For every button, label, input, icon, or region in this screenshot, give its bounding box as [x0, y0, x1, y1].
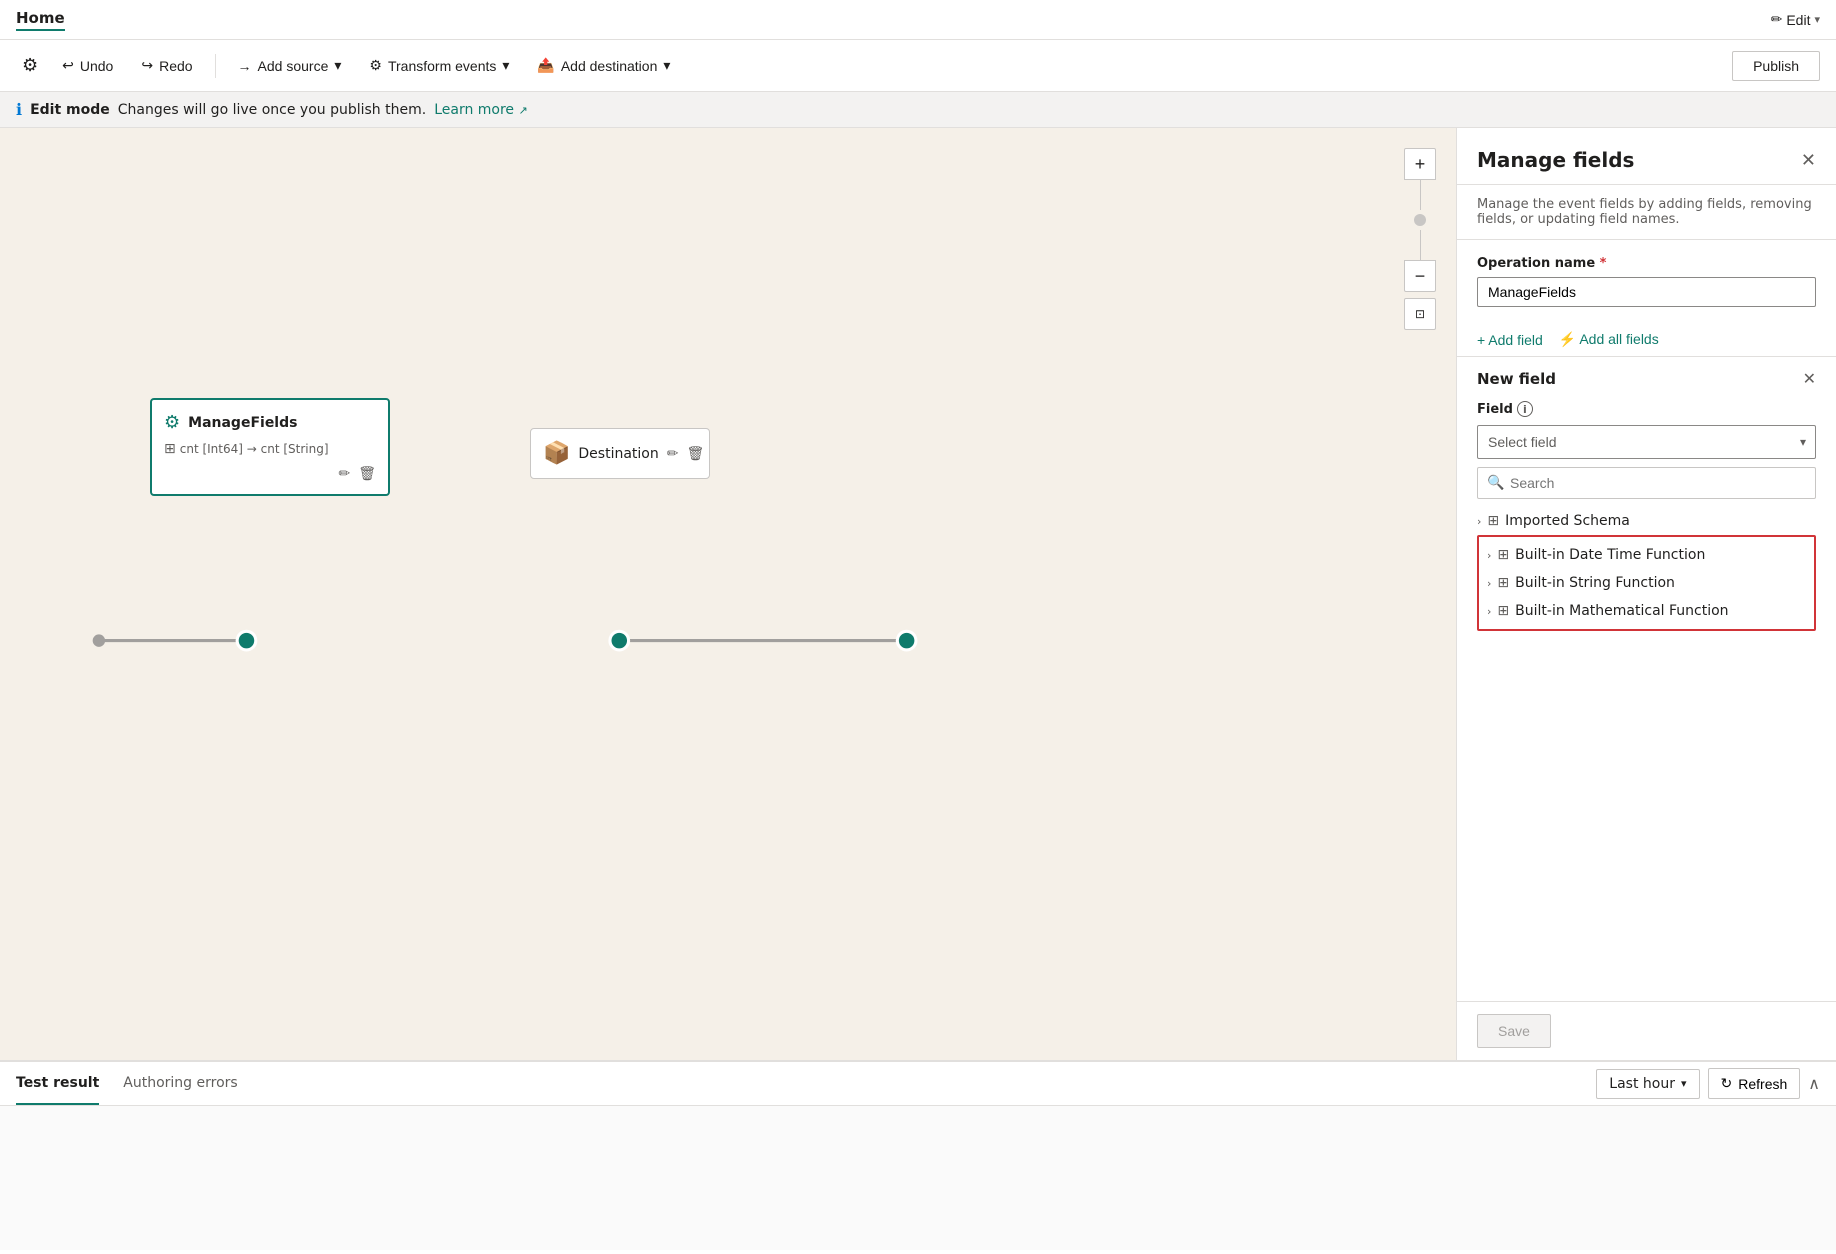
table-math-icon: ⊞: [1497, 603, 1509, 619]
redo-icon: ↪: [141, 57, 153, 74]
panel-close-button[interactable]: ✕: [1801, 150, 1816, 171]
last-hour-chevron-icon: ▾: [1681, 1077, 1687, 1090]
edit-pencil-icon: ✏: [1771, 12, 1783, 28]
tree-item-math[interactable]: › ⊞ Built-in Mathematical Function: [1479, 597, 1814, 625]
chevron-right-datetime-icon: ›: [1487, 549, 1491, 562]
panel-description: Manage the event fields by adding fields…: [1477, 197, 1812, 227]
table-string-icon: ⊞: [1497, 575, 1509, 591]
zoom-indicator: [1414, 214, 1426, 226]
node-delete-button[interactable]: 🗑: [358, 465, 376, 482]
publish-button[interactable]: Publish: [1732, 51, 1820, 81]
destination-node-label: Destination: [578, 446, 658, 462]
operation-name-input[interactable]: [1477, 277, 1816, 307]
tree-item-label: Imported Schema: [1505, 513, 1630, 529]
node-edit-button[interactable]: ✏: [338, 465, 350, 482]
external-link-icon: ↗: [519, 104, 528, 117]
manage-fields-node-icon: ⚙: [164, 412, 180, 433]
edit-dropdown-icon[interactable]: ▾: [1814, 13, 1820, 26]
transform-events-button[interactable]: ⚙ Transform events ▾: [359, 51, 519, 80]
field-label-text: Field: [1477, 402, 1513, 417]
manage-fields-node-title: ManageFields: [188, 415, 297, 431]
chevron-right-icon: ›: [1477, 515, 1481, 528]
authoring-errors-tab[interactable]: Authoring errors: [123, 1063, 237, 1105]
destination-edit-button[interactable]: ✏: [667, 445, 679, 462]
test-result-content: [0, 1106, 1836, 1250]
select-field-dropdown[interactable]: Select field: [1477, 425, 1816, 459]
operation-name-label: Operation name: [1477, 256, 1595, 271]
tree-container: › ⊞ Imported Schema › ⊞ Built-in Date Ti…: [1477, 507, 1816, 631]
tree-item-datetime-label: Built-in Date Time Function: [1515, 547, 1705, 563]
transform-icon: ⚙: [369, 57, 382, 74]
add-source-icon: →: [238, 58, 252, 74]
edit-button[interactable]: Edit: [1786, 12, 1810, 28]
zoom-select-button[interactable]: ⊡: [1404, 298, 1436, 330]
add-destination-button[interactable]: 📤 Add destination ▾: [527, 51, 680, 80]
zoom-in-button[interactable]: +: [1404, 148, 1436, 180]
destination-node[interactable]: 📦 Destination ✏ 🗑: [530, 428, 710, 479]
zoom-controls: + − ⊡: [1404, 148, 1436, 330]
field-info-icon[interactable]: i: [1517, 401, 1533, 417]
tree-item-string-label: Built-in String Function: [1515, 575, 1675, 591]
manage-fields-panel: Manage fields ✕ Manage the event fields …: [1456, 128, 1836, 1060]
learn-more-link[interactable]: Learn more ↗: [434, 102, 528, 118]
add-source-button[interactable]: → Add source ▾: [228, 51, 352, 80]
home-tab[interactable]: Home: [16, 9, 65, 31]
table-icon: ⊞: [1487, 513, 1499, 529]
table-datetime-icon: ⊞: [1497, 547, 1509, 563]
add-all-fields-button[interactable]: ⚡ Add all fields: [1559, 331, 1659, 348]
edit-mode-description: Changes will go live once you publish th…: [118, 102, 426, 118]
panel-title: Manage fields: [1477, 148, 1634, 172]
last-hour-label: Last hour: [1609, 1076, 1675, 1092]
add-field-button[interactable]: + Add field: [1477, 332, 1543, 348]
save-button[interactable]: Save: [1477, 1014, 1551, 1048]
add-destination-chevron-icon: ▾: [663, 57, 670, 74]
undo-button[interactable]: ↩ Undo: [52, 51, 123, 80]
destination-node-icon: 📦: [543, 441, 570, 466]
edit-mode-label: Edit mode: [30, 102, 110, 118]
tree-item-math-label: Built-in Mathematical Function: [1515, 603, 1728, 619]
test-result-tab[interactable]: Test result: [16, 1063, 99, 1105]
tree-item-datetime[interactable]: › ⊞ Built-in Date Time Function: [1479, 541, 1814, 569]
tree-item-string[interactable]: › ⊞ Built-in String Function: [1479, 569, 1814, 597]
tree-item-imported-schema[interactable]: › ⊞ Imported Schema: [1477, 507, 1816, 535]
chevron-right-math-icon: ›: [1487, 605, 1491, 618]
redo-button[interactable]: ↪ Redo: [131, 51, 202, 80]
highlighted-items-container: › ⊞ Built-in Date Time Function › ⊞ Buil…: [1477, 535, 1816, 631]
new-field-close-button[interactable]: ✕: [1803, 369, 1816, 389]
collapse-button[interactable]: ∧: [1808, 1074, 1820, 1094]
new-field-title: New field: [1477, 370, 1556, 388]
undo-icon: ↩: [62, 57, 74, 74]
gear-button[interactable]: ⚙: [16, 49, 44, 82]
manage-fields-node[interactable]: ⚙ ManageFields ⊞ cnt [Int64] → cnt [Stri…: [150, 398, 390, 496]
chevron-right-string-icon: ›: [1487, 577, 1491, 590]
last-hour-select[interactable]: Last hour ▾: [1596, 1069, 1699, 1099]
info-icon: ℹ: [16, 100, 22, 119]
refresh-icon: ↻: [1721, 1075, 1733, 1092]
zoom-out-button[interactable]: −: [1404, 260, 1436, 292]
search-input[interactable]: [1477, 467, 1816, 499]
search-icon: 🔍: [1487, 475, 1504, 491]
add-destination-icon: 📤: [537, 57, 554, 74]
refresh-button[interactable]: ↻ Refresh: [1708, 1068, 1801, 1099]
manage-fields-node-body: cnt [Int64] → cnt [String]: [180, 442, 329, 456]
operation-name-required: *: [1600, 256, 1607, 271]
node-table-icon: ⊞: [164, 441, 176, 457]
transform-chevron-icon: ▾: [502, 57, 509, 74]
destination-delete-button[interactable]: 🗑: [686, 445, 704, 462]
add-source-chevron-icon: ▾: [334, 57, 341, 74]
